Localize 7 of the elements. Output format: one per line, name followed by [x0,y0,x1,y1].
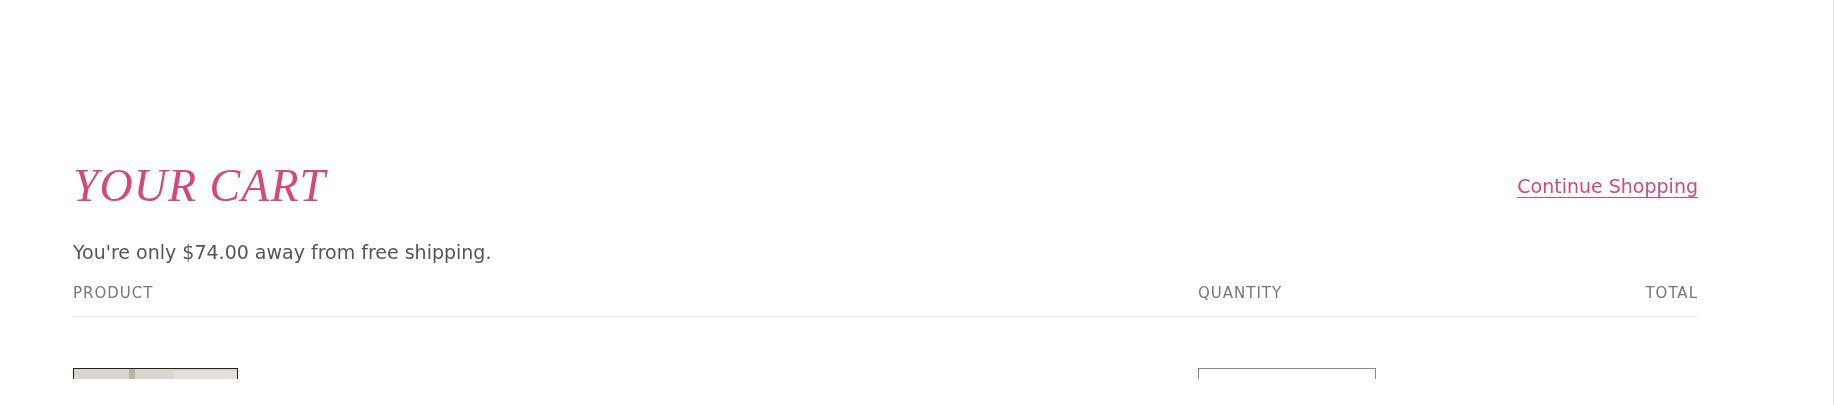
continue-shopping-link[interactable]: Continue Shopping [1517,174,1698,198]
quantity-field[interactable] [1198,368,1376,379]
column-header: TOTAL [1644,284,1698,302]
shipping-notice: You're only $74.00 away from free shipping. [73,240,493,264]
column-header: PRODUCT [73,284,155,302]
cart-title: YOUR CART [73,159,327,213]
column-header: QUANTITY [1198,284,1284,302]
